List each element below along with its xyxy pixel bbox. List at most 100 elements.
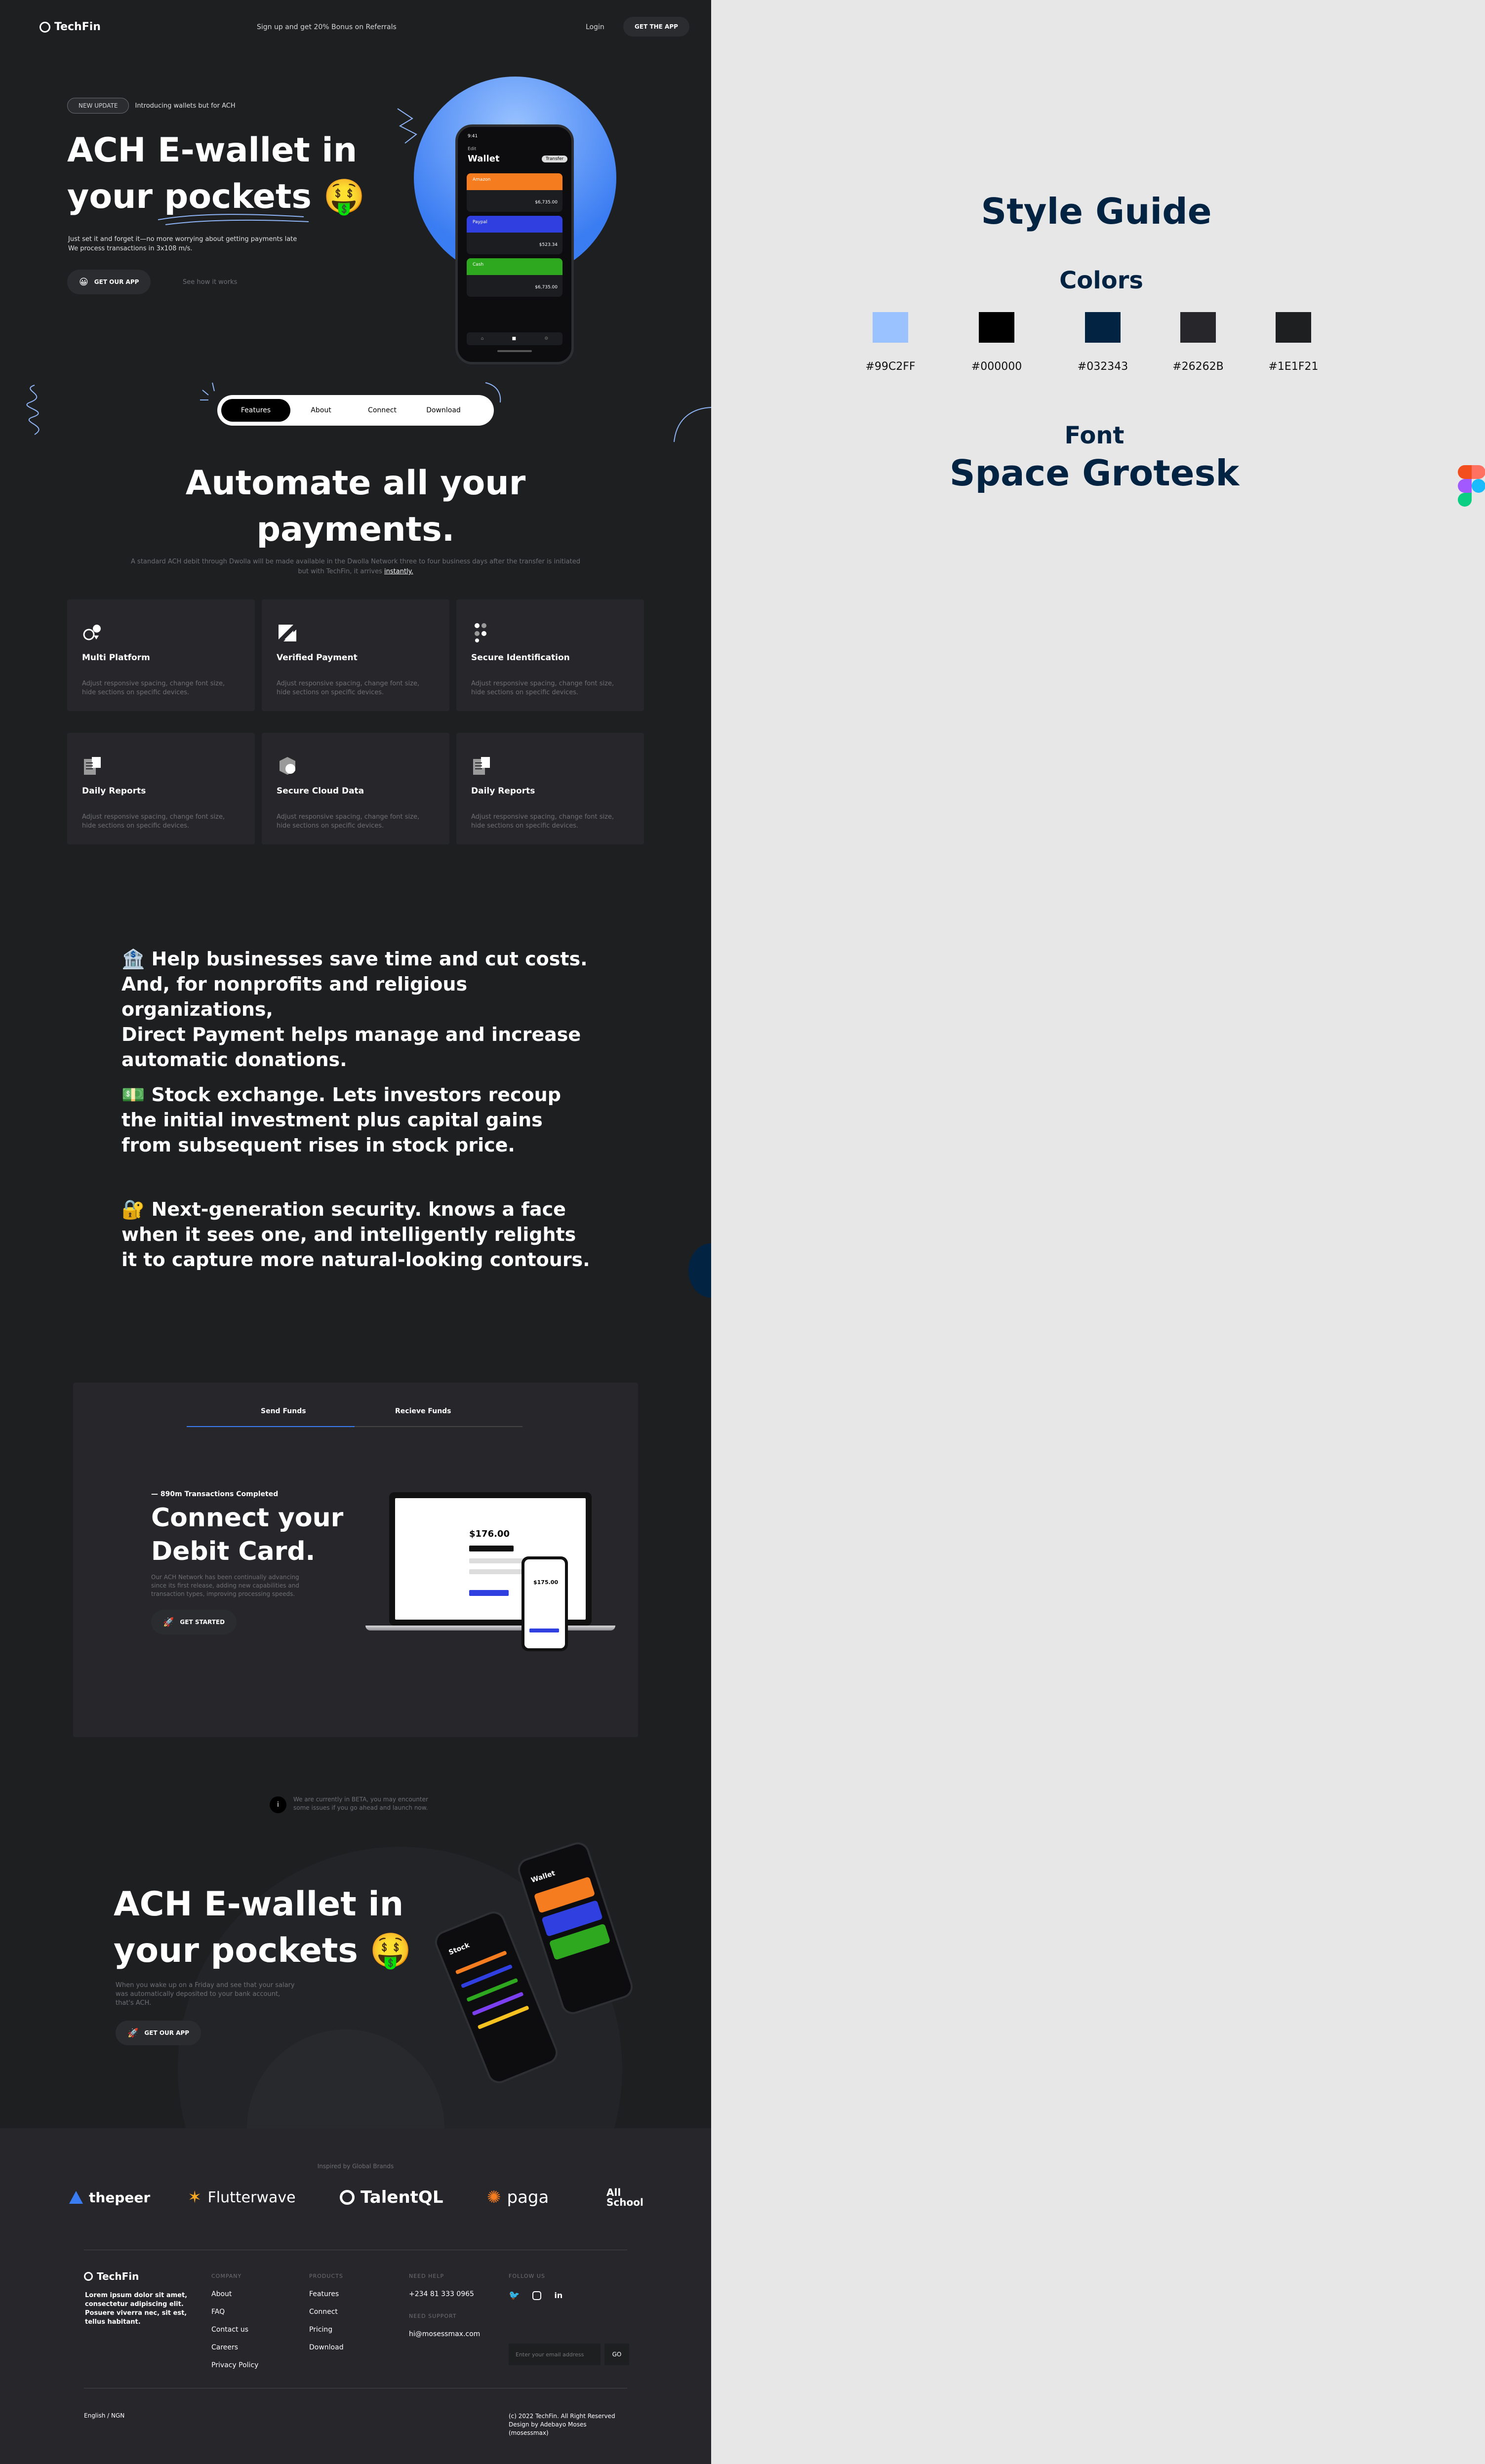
settings-icon: ⚙ <box>544 336 549 341</box>
get-started-button[interactable]: 🚀 GET STARTED <box>151 1610 237 1634</box>
hero-description: Just set it and forget it—no more worryi… <box>68 236 297 252</box>
rocket-icon: 🚀 <box>127 2027 139 2038</box>
phone-amount: $175.00 <box>533 1579 559 1586</box>
phone-wallet-title: Wallet <box>468 154 500 164</box>
tab-send-funds[interactable]: Send Funds <box>261 1407 306 1415</box>
font-title: Font <box>1064 422 1124 449</box>
arc-doodle <box>674 407 711 442</box>
cloud-data-icon <box>280 757 295 775</box>
brands-caption: Inspired by Global Brands <box>317 2163 394 2170</box>
footer-phone[interactable]: +234 81 333 0965 <box>409 2290 480 2298</box>
report-icon <box>473 757 490 775</box>
automate-title: Automate all your payments. <box>185 464 526 549</box>
logo-text: TechFin <box>54 21 101 33</box>
small-phone-mockup: $175.00 <box>522 1556 568 1651</box>
footer-link-connect[interactable]: Connect <box>309 2308 344 2316</box>
linkedin-icon[interactable]: in <box>554 2291 562 2300</box>
newsletter-go-button[interactable]: GO <box>604 2344 629 2365</box>
footer-logo[interactable]: TechFin <box>84 2270 139 2282</box>
rocket-icon: 🚀 <box>163 1617 174 1628</box>
brand-all-school: All School <box>606 2186 643 2208</box>
tab-connect[interactable]: Connect <box>352 406 413 414</box>
footer-link-pricing[interactable]: Pricing <box>309 2326 344 2334</box>
footer-link-careers[interactable]: Careers <box>211 2344 258 2351</box>
see-how-link[interactable]: See how it works <box>183 278 237 286</box>
laptop-amount: $176.00 <box>469 1529 510 1539</box>
tab-active-indicator <box>187 1426 355 1427</box>
figma-icon <box>1458 465 1485 507</box>
funds-panel: Send Funds Recieve Funds — 890m Transact… <box>73 1383 638 1737</box>
funds-kicker: — 890m Transactions Completed <box>151 1490 279 1498</box>
hero-title: ACH E-wallet in your pockets 🤑 <box>67 127 365 220</box>
footer-link-features[interactable]: Features <box>309 2290 344 2298</box>
newsletter-email-input[interactable] <box>509 2344 601 2365</box>
money-emoji-2: 🤑 <box>369 1931 412 1970</box>
instagram-icon[interactable] <box>532 2291 542 2300</box>
logo-icon <box>84 2272 93 2281</box>
footer-company: COMPANY About FAQ Contact us Careers Pri… <box>211 2273 259 2369</box>
get-our-app-button-2[interactable]: 🚀 GET OUR APP <box>116 2021 201 2045</box>
funds-title: Connect your Debit Card. <box>151 1503 344 1566</box>
footer-copyright: (c) 2022 TechFin. All Right Reserved Des… <box>509 2413 615 2436</box>
beta-notice: We are currently in BETA, you may encoun… <box>293 1796 428 1811</box>
footer-link-faq[interactable]: FAQ <box>211 2308 258 2316</box>
swatch-1e1f21 <box>1276 312 1311 343</box>
twitter-icon[interactable]: 🐦 <box>509 2290 520 2301</box>
footer-link-download[interactable]: Download <box>309 2344 344 2351</box>
footer-about: Lorem ipsum dolor sit amet, consectetur … <box>85 2292 188 2326</box>
feature-card-multi-platform: Multi Platform Adjust responsive spacing… <box>67 599 255 711</box>
phone-transfer-btn: Transfer <box>542 156 568 162</box>
brand-thepeer: thepeer <box>69 2183 150 2212</box>
phone-card-2: Paypal $523.34 <box>467 216 562 254</box>
instantly-link[interactable]: instantly. <box>384 568 413 575</box>
phone-time: 9:41 <box>468 134 478 139</box>
swatch-label-000000: #000000 <box>971 360 1022 373</box>
login-link[interactable]: Login <box>586 23 604 31</box>
locale-selector[interactable]: English / NGN <box>84 2412 124 2419</box>
wallet-icon: ■ <box>512 336 517 341</box>
secure-id-icon <box>475 623 486 642</box>
tab-features[interactable]: Features <box>221 399 290 422</box>
swatch-032343 <box>1085 312 1121 343</box>
multi-platform-icon <box>83 625 101 640</box>
update-badge[interactable]: NEW UPDATE Introducing wallets but for A… <box>67 98 236 114</box>
spiral-doodle <box>26 385 40 435</box>
footer-help: NEED HELP +234 81 333 0965 NEED SUPPORT … <box>409 2273 481 2338</box>
home-icon: ⌂ <box>481 336 484 341</box>
feature-card-secure-cloud-data: Secure Cloud Data Adjust responsive spac… <box>262 733 449 844</box>
brand-flutterwave: ✶ Flutterwave <box>188 2187 296 2207</box>
logo-icon <box>40 21 50 33</box>
logo[interactable]: TechFin <box>40 21 101 33</box>
tab-recieve-funds[interactable]: Recieve Funds <box>395 1407 451 1415</box>
blue-edge-circle <box>688 1243 711 1298</box>
hero2-title: ACH E-wallet in your pockets 🤑 <box>114 1885 412 1970</box>
footer-link-privacy[interactable]: Privacy Policy <box>211 2361 258 2369</box>
feature-card-secure-identification: Secure Identification Adjust responsive … <box>456 599 644 711</box>
landing-page: TechFin Sign up and get 20% Bonus on Ref… <box>0 0 711 2464</box>
talentql-logo-icon <box>340 2190 355 2205</box>
thepeer-logo-icon <box>69 2191 83 2204</box>
style-guide-title: Style Guide <box>981 191 1212 232</box>
colors-title: Colors <box>1059 267 1143 294</box>
footer-link-about[interactable]: About <box>211 2290 258 2298</box>
section-tabs: Features About Connect Download <box>217 395 494 426</box>
get-app-button[interactable]: GET THE APP <box>623 17 689 37</box>
promo-text[interactable]: Sign up and get 20% Bonus on Referrals <box>257 23 397 31</box>
phone-tab-bar: ⌂ ■ ⚙ <box>467 332 562 345</box>
swatch-label-26262b: #26262B <box>1172 360 1224 373</box>
hero-title-line1: ACH E-wallet in <box>67 131 358 170</box>
phone-mockup: 9:41 Edit Wallet Transfer Amazon $6,735.… <box>455 124 574 364</box>
statement-security: 🔐 Next-generation security. knows a face… <box>121 1198 590 1271</box>
tab-download[interactable]: Download <box>413 406 474 414</box>
font-name: Space Grotesk <box>949 452 1240 494</box>
brand-paga: ✺ paga <box>487 2187 549 2207</box>
statement-businesses: 🏦 Help businesses save time and cut cost… <box>121 948 588 1071</box>
phone-card-1: Amazon $6,735.00 <box>467 173 562 212</box>
info-icon: i <box>270 1796 286 1813</box>
tab-about[interactable]: About <box>290 406 352 414</box>
get-our-app-button[interactable]: 😀 GET OUR APP <box>67 270 151 294</box>
statement-stock: 💵 Stock exchange. Lets investors recoup … <box>121 1084 561 1156</box>
footer-link-contact[interactable]: Contact us <box>211 2326 258 2334</box>
feature-card-daily-reports-2: Daily Reports Adjust responsive spacing,… <box>456 733 644 844</box>
footer-email[interactable]: hi@mosessmax.com <box>409 2330 480 2338</box>
